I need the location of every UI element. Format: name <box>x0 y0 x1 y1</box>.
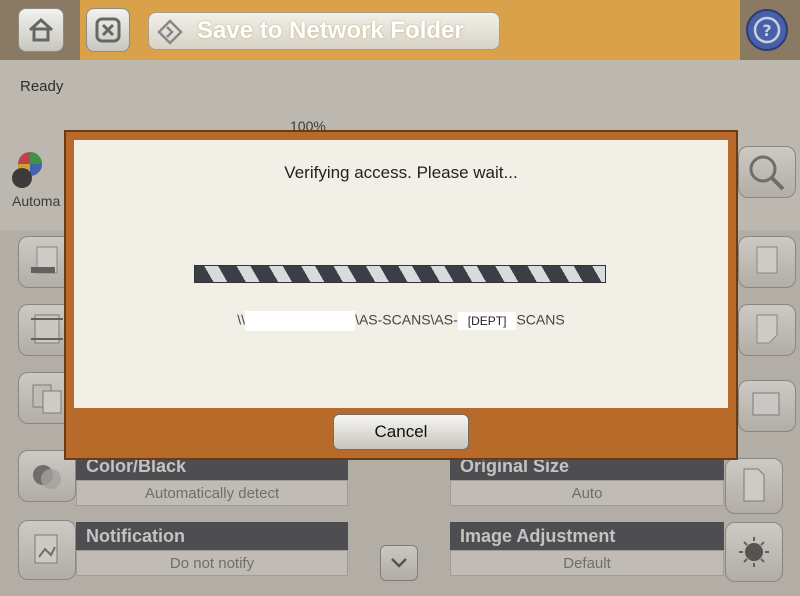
redacted-server <box>245 311 356 331</box>
path-suffix: SCANS <box>516 311 565 328</box>
cancel-button[interactable]: Cancel <box>333 414 469 450</box>
page-title: Save to Network Folder <box>197 17 464 44</box>
path-dept: [DEPT] <box>457 311 517 330</box>
indeterminate-progress-bar <box>194 265 606 283</box>
path-prefix: \\ <box>237 311 246 328</box>
help-button[interactable]: ? <box>746 9 788 51</box>
help-icon: ? <box>753 16 781 44</box>
close-button[interactable] <box>86 8 130 52</box>
path-mid: \AS-SCANS\AS- <box>355 311 458 328</box>
home-button[interactable] <box>18 8 64 52</box>
diamond-arrow-icon <box>157 19 183 45</box>
title-bar: Save to Network Folder <box>148 12 500 50</box>
svg-text:?: ? <box>762 21 771 40</box>
home-icon <box>28 17 54 42</box>
network-path: \\ \AS-SCANS\AS- [DEPT] SCANS <box>74 311 728 331</box>
dialog-message: Verifying access. Please wait... <box>284 163 518 182</box>
close-icon <box>95 17 121 43</box>
